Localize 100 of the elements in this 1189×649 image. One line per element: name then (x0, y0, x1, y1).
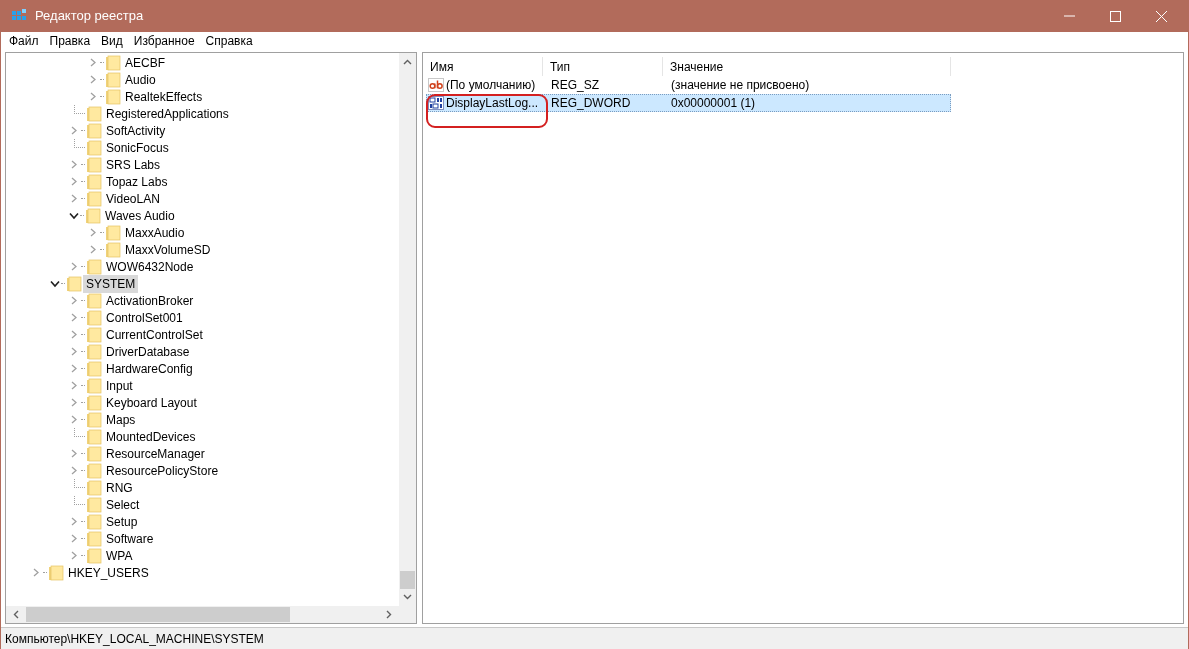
tree-item[interactable]: WPA (103, 546, 136, 565)
folder-icon (86, 139, 102, 156)
chevron-right-icon[interactable] (89, 92, 97, 101)
chevron-right-icon[interactable] (89, 75, 97, 84)
folder-icon (86, 530, 102, 547)
column-header[interactable]: Значение (663, 57, 951, 76)
tree-item[interactable]: RealtekEffects (122, 87, 206, 106)
tree-item[interactable]: ResourcePolicyStore (103, 461, 222, 480)
tree-item[interactable]: Software (103, 529, 157, 548)
chevron-right-icon[interactable] (70, 313, 78, 322)
chevron-right-icon[interactable] (70, 415, 78, 424)
folder-icon (86, 122, 102, 139)
horizontal-scrollbar[interactable] (6, 606, 416, 623)
chevron-right-icon[interactable] (70, 296, 78, 305)
chevron-down-icon[interactable] (69, 211, 79, 220)
tree-item[interactable]: HKEY_USERS (65, 563, 152, 582)
scroll-down-icon[interactable] (403, 594, 412, 600)
chevron-right-icon[interactable] (70, 347, 78, 356)
column-header[interactable]: Имя (423, 57, 543, 76)
tree-item[interactable]: AECBF (122, 53, 168, 72)
menu-item[interactable]: Вид (97, 32, 127, 50)
value-name: (По умолчанию) (446, 77, 536, 94)
tree-item[interactable]: Audio (122, 70, 159, 89)
folder-icon (105, 88, 121, 105)
chevron-right-icon[interactable] (32, 568, 40, 577)
tree-item[interactable]: SoftActivity (103, 121, 169, 140)
tree-item[interactable]: RegisteredApplications (103, 104, 232, 123)
maximize-icon (1109, 10, 1121, 22)
tree-item[interactable]: SonicFocus (103, 138, 172, 157)
folder-icon (66, 275, 82, 292)
folder-icon (86, 326, 102, 343)
chevron-right-icon[interactable] (70, 466, 78, 475)
tree-item[interactable]: Keyboard Layout (103, 393, 200, 412)
folder-icon (86, 479, 102, 496)
folder-icon (86, 377, 102, 394)
value-type: REG_DWORD (550, 95, 632, 112)
tree-item[interactable]: WOW6432Node (103, 257, 197, 276)
chevron-right-icon[interactable] (70, 534, 78, 543)
column-header[interactable]: Тип (543, 57, 663, 76)
chevron-right-icon[interactable] (70, 517, 78, 526)
value-type: REG_SZ (550, 77, 600, 94)
tree-item[interactable]: Input (103, 376, 136, 395)
scrollbar-thumb[interactable] (26, 607, 290, 622)
tree-item[interactable]: DriverDatabase (103, 342, 193, 361)
tree-item[interactable]: SRS Labs (103, 155, 164, 174)
string-value-icon (428, 77, 444, 93)
chevron-right-icon[interactable] (70, 126, 78, 135)
folder-icon (105, 224, 121, 241)
tree-item[interactable]: HardwareConfig (103, 359, 196, 378)
chevron-right-icon[interactable] (89, 228, 97, 237)
tree-item[interactable]: VideoLAN (103, 189, 163, 208)
folder-icon (85, 207, 101, 224)
chevron-right-icon[interactable] (89, 245, 97, 254)
chevron-down-icon[interactable] (50, 279, 60, 288)
tree-item[interactable]: MountedDevices (103, 427, 199, 446)
value-row[interactable]: DisplayLastLog... REG_DWORD 0x00000001 (1) (426, 94, 951, 112)
tree-item[interactable]: SYSTEM (83, 274, 139, 293)
folder-icon (86, 105, 102, 122)
chevron-right-icon[interactable] (70, 177, 78, 186)
folder-icon (86, 309, 102, 326)
menu-item[interactable]: Правка (45, 32, 95, 50)
tree-item[interactable]: RNG (103, 478, 136, 497)
minimize-icon (1063, 15, 1075, 17)
menu-item[interactable]: Справка (201, 32, 257, 50)
tree-item[interactable]: CurrentControlSet (103, 325, 206, 344)
tree-item[interactable]: ControlSet001 (103, 308, 186, 327)
chevron-right-icon[interactable] (70, 194, 78, 203)
folder-icon (86, 445, 102, 462)
chevron-right-icon[interactable] (70, 330, 78, 339)
folder-icon (86, 394, 102, 411)
value-data: 0x00000001 (1) (670, 95, 756, 112)
vertical-scrollbar[interactable] (399, 53, 416, 606)
folder-icon (86, 547, 102, 564)
chevron-right-icon[interactable] (89, 58, 97, 67)
chevron-right-icon[interactable] (70, 364, 78, 373)
tree-item[interactable]: ResourceManager (103, 444, 208, 463)
value-row[interactable]: (По умолчанию) REG_SZ (значение не присвоено) (426, 76, 951, 94)
tree-item[interactable]: MaxxAudio (122, 223, 188, 242)
chevron-right-icon[interactable] (70, 160, 78, 169)
chevron-right-icon[interactable] (70, 398, 78, 407)
folder-icon (86, 496, 102, 513)
tree-item[interactable]: Topaz Labs (103, 172, 171, 191)
chevron-right-icon[interactable] (70, 381, 78, 390)
chevron-right-icon[interactable] (70, 262, 78, 271)
tree-item[interactable]: Waves Audio (102, 206, 178, 225)
folder-icon (86, 462, 102, 479)
menu-item[interactable]: Файл (5, 32, 43, 50)
menu-item[interactable]: Избранное (129, 32, 199, 50)
scrollbar-thumb[interactable] (400, 571, 415, 589)
tree-item[interactable]: MaxxVolumeSD (122, 240, 214, 259)
folder-icon (86, 360, 102, 377)
chevron-right-icon[interactable] (70, 449, 78, 458)
tree-item[interactable]: Maps (103, 410, 139, 429)
tree-item[interactable]: Setup (103, 512, 141, 531)
scroll-up-icon[interactable] (403, 59, 412, 65)
scroll-right-icon[interactable] (386, 610, 392, 619)
tree-item[interactable]: Select (103, 495, 143, 514)
chevron-right-icon[interactable] (70, 551, 78, 560)
scroll-left-icon[interactable] (13, 610, 19, 619)
tree-item[interactable]: ActivationBroker (103, 291, 197, 310)
